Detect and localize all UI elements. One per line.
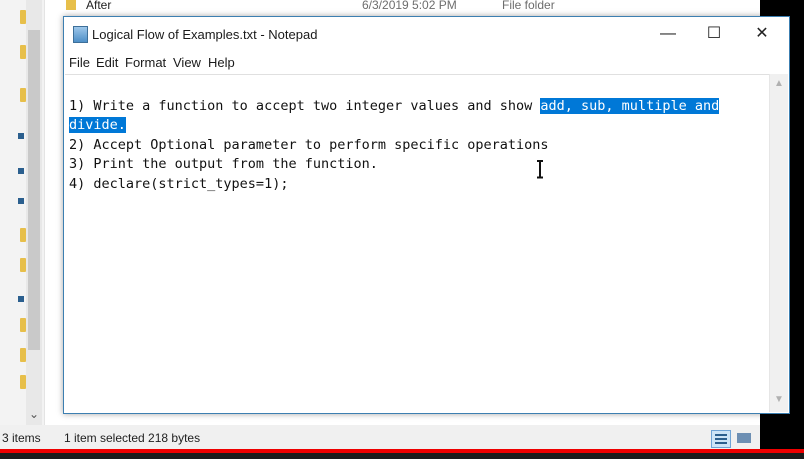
maximize-button[interactable]: ☐ bbox=[691, 17, 737, 51]
minimize-button[interactable]: — bbox=[645, 17, 691, 51]
editor-content[interactable]: 1) Write a function to accept two intege… bbox=[69, 77, 769, 233]
notepad-window: Logical Flow of Examples.txt - Notepad —… bbox=[63, 16, 790, 414]
tiles-view-icon[interactable] bbox=[735, 430, 753, 446]
line-text: 2) Accept Optional parameter to perform … bbox=[69, 136, 549, 153]
text-line-5: 4) declare(strict_types=1); bbox=[69, 175, 769, 195]
text-line-2: divide. bbox=[69, 116, 769, 136]
line-text: 3) Print the output from the function. bbox=[69, 156, 378, 172]
bottom-edge bbox=[0, 453, 804, 459]
scroll-up-icon[interactable]: ▲ bbox=[770, 78, 788, 89]
text-line-3: 2) Accept Optional parameter to perform … bbox=[69, 136, 769, 156]
file-row-name[interactable]: After bbox=[86, 0, 111, 12]
menu-file[interactable]: File bbox=[69, 55, 90, 70]
folder-icon[interactable] bbox=[20, 228, 26, 242]
selected-text: divide. bbox=[69, 117, 126, 133]
title-bar[interactable]: Logical Flow of Examples.txt - Notepad —… bbox=[64, 17, 789, 51]
folder-icon[interactable] bbox=[20, 348, 26, 362]
folder-icon[interactable] bbox=[20, 258, 26, 272]
folder-icon[interactable] bbox=[20, 45, 26, 59]
drive-icon[interactable] bbox=[18, 168, 24, 174]
file-row-date: 6/3/2019 5:02 PM bbox=[362, 0, 457, 12]
menu-help[interactable]: Help bbox=[208, 55, 235, 70]
text-line-4: 3) Print the output from the function. bbox=[69, 155, 769, 175]
menu-edit[interactable]: Edit bbox=[96, 55, 118, 70]
selected-text: add, sub, multiple and bbox=[540, 97, 720, 114]
selection-info: 1 item selected 218 bytes bbox=[64, 431, 201, 445]
drive-icon[interactable] bbox=[18, 296, 24, 302]
menu-format[interactable]: Format bbox=[125, 55, 166, 70]
folder-icon bbox=[66, 0, 76, 10]
vertical-scrollbar[interactable]: ▲ ▼ bbox=[769, 74, 788, 412]
notepad-icon bbox=[73, 26, 88, 43]
close-button[interactable]: ✕ bbox=[739, 17, 785, 51]
text-cursor-icon bbox=[537, 160, 543, 178]
chevron-down-icon[interactable]: ⌄ bbox=[26, 405, 42, 423]
text-line-1: 1) Write a function to accept two intege… bbox=[69, 97, 769, 117]
line-text: 1) Write a function to accept two intege… bbox=[69, 97, 541, 114]
folder-icon[interactable] bbox=[20, 88, 26, 102]
folder-icon[interactable] bbox=[20, 318, 26, 332]
folder-icon[interactable] bbox=[20, 375, 26, 389]
scroll-down-icon[interactable]: ▼ bbox=[770, 394, 788, 405]
computer-icon[interactable] bbox=[18, 133, 24, 139]
line-text: 4) declare(strict_types=1); bbox=[69, 175, 289, 192]
folder-icon[interactable] bbox=[20, 10, 26, 24]
details-view-icon[interactable] bbox=[711, 430, 731, 448]
status-bar: 3 items 1 item selected 218 bytes bbox=[0, 425, 804, 451]
drive-icon[interactable] bbox=[18, 198, 24, 204]
text-editor[interactable]: 1) Write a function to accept two intege… bbox=[65, 74, 770, 411]
items-count: 3 items bbox=[2, 431, 41, 445]
menu-view[interactable]: View bbox=[173, 55, 201, 70]
scrollbar-thumb[interactable] bbox=[28, 30, 40, 350]
window-title: Logical Flow of Examples.txt - Notepad bbox=[92, 27, 318, 42]
menu-bar: File Edit Format View Help bbox=[64, 53, 789, 73]
file-row-type: File folder bbox=[502, 0, 555, 12]
